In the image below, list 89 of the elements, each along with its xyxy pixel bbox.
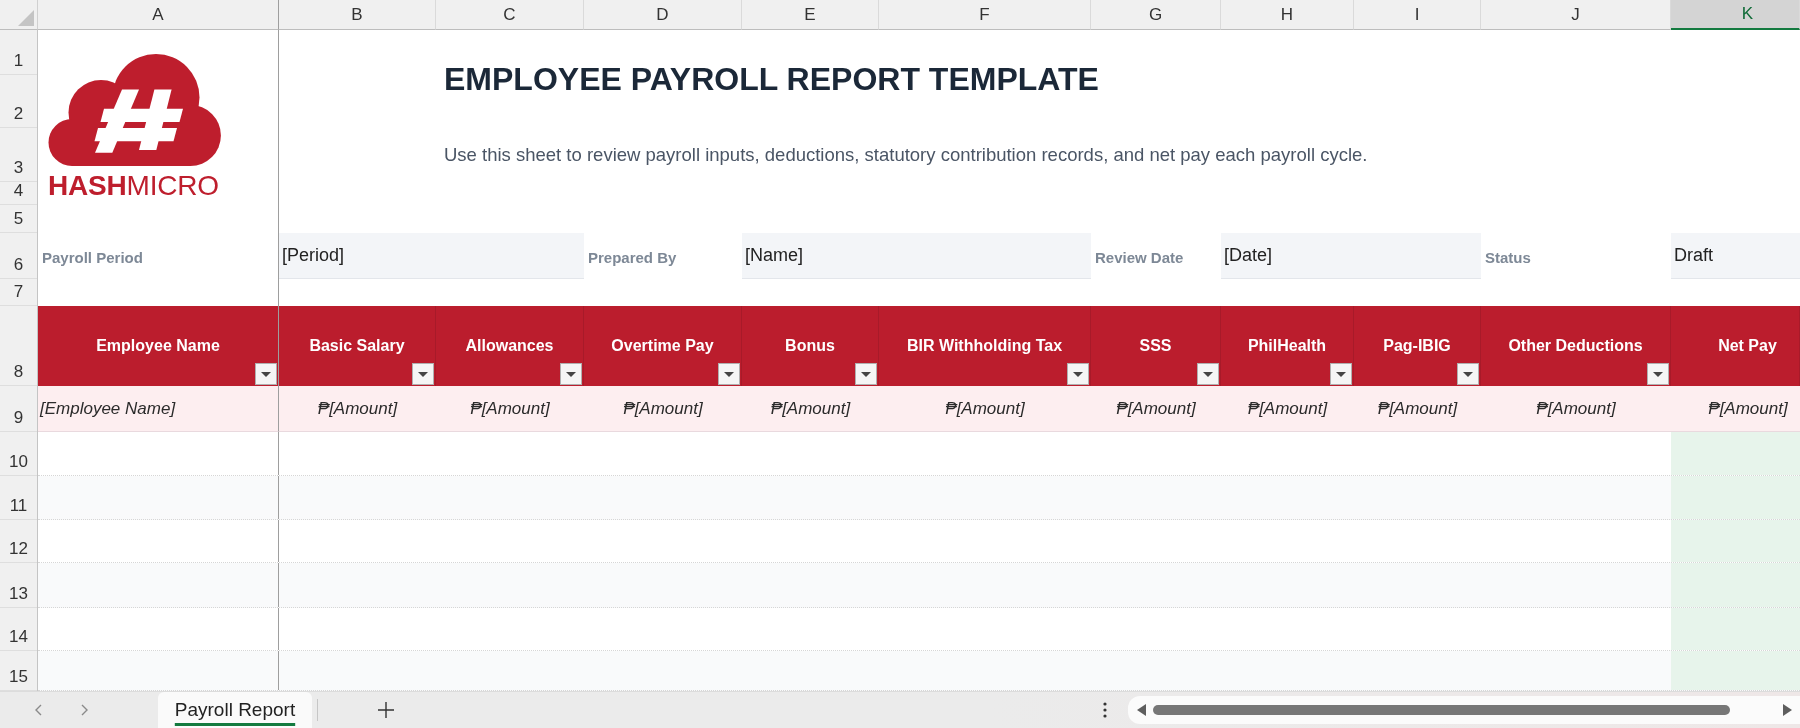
- column-header[interactable]: D: [584, 0, 742, 30]
- triangle-icon: [18, 10, 34, 26]
- plus-icon: [378, 702, 394, 718]
- table-cell: ₱[Amount]: [742, 386, 879, 432]
- column-title: PhilHealth: [1247, 337, 1327, 355]
- row-header[interactable]: 8: [0, 306, 37, 386]
- filter-button[interactable]: [560, 363, 582, 385]
- horizontal-scrollbar[interactable]: [1128, 696, 1800, 724]
- table-cell: ₱[Amount]: [1091, 386, 1221, 432]
- row-header[interactable]: 10: [0, 432, 37, 476]
- field-value: [Date]: [1221, 233, 1481, 279]
- filter-button[interactable]: [255, 363, 277, 385]
- row-header[interactable]: 5: [0, 205, 37, 233]
- table-cell: ₱[Amount]: [1354, 386, 1481, 432]
- column-header[interactable]: I: [1354, 0, 1481, 30]
- vertical-dots-icon: [1103, 702, 1107, 718]
- filter-button[interactable]: [412, 363, 434, 385]
- caret-down-icon: [566, 371, 576, 377]
- caret-down-icon: [1203, 371, 1213, 377]
- row-header[interactable]: 14: [0, 608, 37, 651]
- field-label: Review Date: [1095, 248, 1184, 266]
- filter-button[interactable]: [1067, 363, 1089, 385]
- filter-button[interactable]: [1197, 363, 1219, 385]
- logo-text: HASHMICRO: [48, 172, 219, 200]
- table-cell: ₱[Amount]: [879, 386, 1091, 432]
- column-title: Allowances: [465, 337, 554, 355]
- table-cell: ₱[Amount]: [1481, 386, 1671, 432]
- row-header[interactable]: 2: [0, 75, 37, 128]
- column-header[interactable]: H: [1221, 0, 1354, 30]
- column-title: Net Pay: [1718, 337, 1777, 355]
- row-header[interactable]: 9: [0, 386, 37, 432]
- table-cell: [Employee Name]: [38, 386, 279, 432]
- caret-down-icon: [1463, 371, 1473, 377]
- table-cell: ₱[Amount]: [436, 386, 584, 432]
- field-value: [Name]: [742, 233, 1091, 279]
- row-header[interactable]: 1: [0, 30, 37, 75]
- caret-down-icon: [1336, 371, 1346, 377]
- filter-button[interactable]: [1647, 363, 1669, 385]
- column-title: Overtime Pay: [611, 337, 714, 355]
- column-header[interactable]: J: [1481, 0, 1671, 30]
- column-title: SSS: [1139, 337, 1172, 355]
- filter-button[interactable]: [718, 363, 740, 385]
- row-header[interactable]: 4: [0, 182, 37, 205]
- column-header[interactable]: A: [38, 0, 279, 30]
- column-title: Bonus: [785, 337, 835, 355]
- column-header[interactable]: F: [879, 0, 1091, 30]
- field-label: Payroll Period: [42, 248, 143, 266]
- column-title: Basic Salary: [309, 337, 405, 355]
- report-description: Use this sheet to review payroll inputs, deductions, statutory contribution records, and net pay each payroll cycle.: [444, 144, 1368, 166]
- column-title: Other Deductions: [1508, 337, 1643, 355]
- column-header[interactable]: C: [436, 0, 584, 30]
- row-header[interactable]: 6: [0, 233, 37, 279]
- scrollbar-thumb[interactable]: [1153, 705, 1730, 715]
- row-header[interactable]: 7: [0, 279, 37, 306]
- filter-button[interactable]: [1330, 363, 1352, 385]
- row-header[interactable]: 12: [0, 520, 37, 563]
- filter-button[interactable]: [855, 363, 877, 385]
- column-title: Pag-IBIG: [1383, 337, 1451, 355]
- caret-down-icon: [261, 371, 271, 377]
- table-cell: ₱[Amount]: [279, 386, 436, 432]
- filter-button[interactable]: [1457, 363, 1479, 385]
- caret-down-icon: [861, 371, 871, 377]
- report-title: EMPLOYEE PAYROLL REPORT TEMPLATE: [444, 60, 1099, 98]
- table-cell: ₱[Amount]: [584, 386, 742, 432]
- field-value: Draft: [1671, 233, 1800, 279]
- caret-down-icon: [1653, 371, 1663, 377]
- column-header[interactable]: E: [742, 0, 879, 30]
- column-header[interactable]: K: [1671, 0, 1800, 30]
- sheet-tab[interactable]: Payroll Report: [158, 692, 312, 728]
- caret-down-icon: [1073, 371, 1083, 377]
- column-title: Employee Name: [96, 337, 220, 355]
- field-label: Prepared By: [588, 248, 677, 266]
- caret-down-icon: [418, 371, 428, 377]
- row-header[interactable]: 3: [0, 128, 37, 182]
- chevron-right-icon: [80, 704, 88, 716]
- field-label: Status: [1485, 248, 1531, 266]
- chevron-left-icon: [34, 704, 42, 716]
- table-cell: ₱[Amount]: [1671, 386, 1800, 432]
- column-header[interactable]: B: [279, 0, 436, 30]
- caret-down-icon: [724, 371, 734, 377]
- field-value: [Period]: [279, 233, 584, 279]
- triangle-right-icon: [1783, 704, 1792, 716]
- hash-cloud-icon: [48, 54, 221, 166]
- row-header[interactable]: 13: [0, 563, 37, 608]
- column-title: BIR Withholding Tax: [906, 337, 1063, 355]
- row-header[interactable]: 11: [0, 476, 37, 520]
- column-header[interactable]: G: [1091, 0, 1221, 30]
- triangle-left-icon: [1137, 704, 1146, 716]
- table-cell: ₱[Amount]: [1221, 386, 1354, 432]
